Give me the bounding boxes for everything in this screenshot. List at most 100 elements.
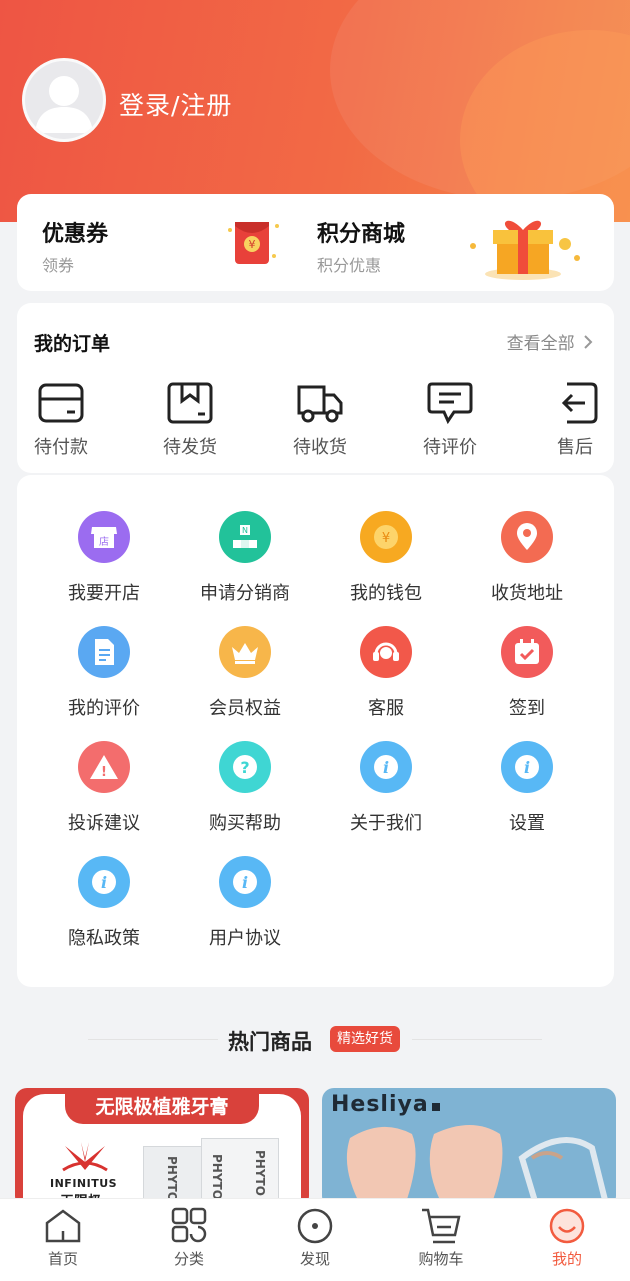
- info-glyph: i: [101, 873, 107, 892]
- insole-pads-image: [346, 1125, 611, 1208]
- info-icon: i: [501, 741, 553, 793]
- warning-glyph: !: [101, 765, 107, 780]
- order-after-sales[interactable]: 售后: [530, 381, 620, 459]
- package-label: PHYTO: [165, 1156, 179, 1202]
- order-tab-label: 售后: [557, 437, 593, 458]
- box-icon: [167, 382, 213, 424]
- service-label: 我的钱包: [350, 583, 422, 604]
- network-glyph: N: [242, 526, 248, 535]
- about-us-item[interactable]: i 关于我们: [316, 741, 456, 835]
- tab-home[interactable]: 首页: [0, 1207, 126, 1269]
- check-in-item[interactable]: 签到: [457, 626, 597, 720]
- service-label: 会员权益: [209, 698, 281, 719]
- brand-name: Hesliya: [331, 1092, 440, 1117]
- shop-glyph: 店: [99, 535, 109, 548]
- order-pending-payment[interactable]: 待付款: [16, 381, 106, 459]
- divider: [412, 1039, 542, 1040]
- profile-icon: [549, 1208, 585, 1244]
- brand-name-text: Hesliya: [331, 1092, 429, 1117]
- comment-icon: [427, 382, 473, 425]
- tab-profile[interactable]: 我的: [504, 1207, 630, 1269]
- hot-products-title: 热门商品: [228, 1030, 312, 1054]
- product-card[interactable]: 无限极植雅牙膏 INFINITUS 无限极 PHYTO PHYTO PHYTO: [15, 1088, 309, 1208]
- tab-label: 分类: [173, 1250, 204, 1268]
- order-pending-review[interactable]: 待评价: [405, 381, 495, 459]
- service-label: 隐私政策: [68, 928, 140, 949]
- shipping-address-item[interactable]: 收货地址: [457, 511, 597, 605]
- avatar-placeholder-icon: [35, 76, 93, 133]
- services-grid-card: 店 我要开店 N 申请分销商 ¥ 我的钱包 收货地址 我的评价 会员权益 客服 …: [17, 475, 614, 987]
- order-pending-shipment[interactable]: 待发货: [145, 381, 235, 459]
- warning-icon: !: [78, 741, 130, 793]
- infinitus-logo-icon: [62, 1142, 108, 1172]
- my-wallet-item[interactable]: ¥ 我的钱包: [316, 511, 456, 605]
- points-mall-title: 积分商城: [317, 222, 406, 247]
- order-tab-label: 待评价: [423, 437, 477, 458]
- info-glyph: i: [242, 873, 248, 892]
- order-tab-label: 待发货: [163, 437, 217, 458]
- wallet-coin-icon: ¥: [360, 511, 412, 563]
- login-register-link[interactable]: 登录/注册: [119, 86, 232, 122]
- service-label: 设置: [509, 813, 545, 834]
- user-agreement-item[interactable]: i 用户协议: [175, 856, 315, 950]
- red-packet-symbol: ¥: [249, 238, 256, 251]
- help-icon: ?: [219, 741, 271, 793]
- location-icon: [501, 511, 553, 563]
- tab-label: 首页: [47, 1250, 78, 1268]
- red-packet-icon: ¥: [228, 222, 279, 264]
- product-card[interactable]: Hesliya: [322, 1088, 616, 1208]
- promo-card: 优惠券 领券 ¥ 积分商城 积分优惠: [17, 194, 614, 291]
- complaints-item[interactable]: ! 投诉建议: [34, 741, 174, 835]
- truck-icon: [297, 385, 343, 423]
- return-icon: [561, 382, 598, 424]
- tab-label: 我的: [551, 1250, 582, 1268]
- info-icon: i: [219, 856, 271, 908]
- product-banner: 无限极植雅牙膏: [65, 1090, 259, 1124]
- member-benefits-item[interactable]: 会员权益: [175, 626, 315, 720]
- service-label: 投诉建议: [68, 813, 140, 834]
- order-pending-receipt[interactable]: 待收货: [275, 381, 365, 459]
- brand-name: INFINITUS: [50, 1177, 118, 1190]
- divider: [88, 1039, 218, 1040]
- view-all-label: 查看全部: [506, 334, 575, 354]
- service-label: 客服: [368, 698, 404, 719]
- featured-badge: 精选好货: [330, 1026, 400, 1052]
- avatar[interactable]: [22, 58, 106, 142]
- view-all-orders-link[interactable]: 查看全部: [507, 329, 594, 354]
- crown-icon: [219, 626, 271, 678]
- my-reviews-item[interactable]: 我的评价: [34, 626, 174, 720]
- customer-service-item[interactable]: 客服: [316, 626, 456, 720]
- orders-title: 我的订单: [34, 333, 111, 355]
- service-label: 签到: [509, 698, 545, 719]
- calendar-check-icon: [501, 626, 553, 678]
- settings-item[interactable]: i 设置: [457, 741, 597, 835]
- apply-distributor-item[interactable]: N 申请分销商: [175, 511, 315, 605]
- home-icon: [45, 1209, 81, 1243]
- wallet-glyph: ¥: [382, 531, 390, 546]
- profile-header: 登录/注册: [0, 0, 630, 222]
- tab-cart[interactable]: 购物车: [378, 1207, 504, 1269]
- tab-discover[interactable]: 发现: [252, 1207, 378, 1269]
- gift-box-icon: [470, 220, 580, 280]
- help-glyph: ?: [240, 758, 249, 777]
- order-tab-label: 待收货: [293, 437, 347, 458]
- cart-icon: [422, 1208, 461, 1244]
- service-label: 我的评价: [68, 698, 140, 719]
- order-tab-label: 待付款: [34, 437, 88, 458]
- chevron-right-icon: [584, 335, 593, 349]
- info-icon: i: [78, 856, 130, 908]
- tab-label: 发现: [299, 1250, 330, 1268]
- network-icon: N: [219, 511, 271, 563]
- privacy-policy-item[interactable]: i 隐私政策: [34, 856, 174, 950]
- info-icon: i: [360, 741, 412, 793]
- service-label: 收货地址: [491, 583, 563, 604]
- coupon-subtitle: 领券: [42, 256, 75, 275]
- brand-dot: [431, 1103, 440, 1111]
- tab-category[interactable]: 分类: [126, 1207, 252, 1269]
- info-glyph: i: [383, 758, 389, 777]
- purchase-help-item[interactable]: ? 购买帮助: [175, 741, 315, 835]
- document-icon: [78, 626, 130, 678]
- bottom-tab-bar: 首页 分类 发现 购物车 我的: [0, 1198, 630, 1281]
- open-shop-item[interactable]: 店 我要开店: [34, 511, 174, 605]
- headset-icon: [360, 626, 412, 678]
